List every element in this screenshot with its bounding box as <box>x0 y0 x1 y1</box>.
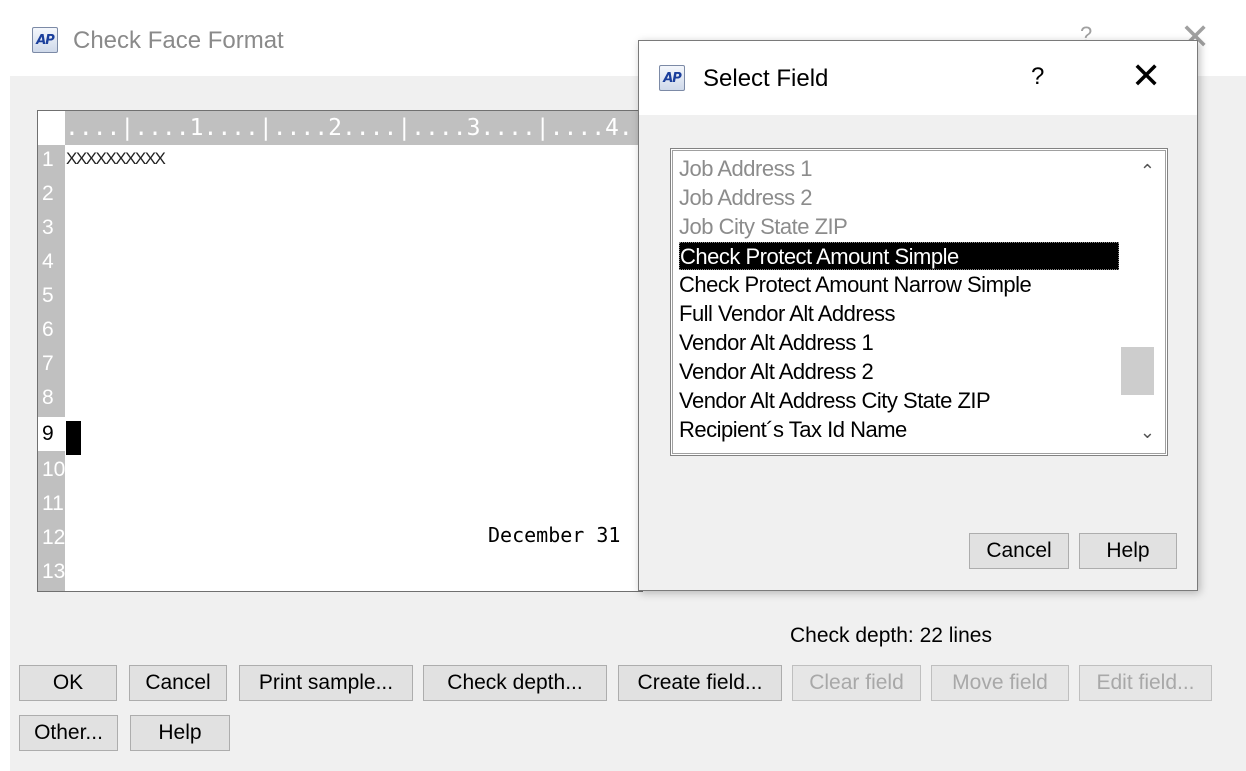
help-button[interactable]: Help <box>130 715 230 751</box>
line-number: 5 <box>42 284 54 307</box>
dialog-help-icon[interactable]: ? <box>1031 63 1044 91</box>
list-item[interactable]: Full Vendor Alt Address <box>679 300 1119 328</box>
list-item[interactable]: Recipient´s Tax Id Name <box>679 416 1119 444</box>
edit-field-button[interactable]: Edit field... <box>1079 665 1212 701</box>
scroll-up-icon[interactable]: ⌃ <box>1140 161 1155 182</box>
move-field-button[interactable]: Move field <box>931 665 1069 701</box>
create-field-button[interactable]: Create field... <box>618 665 782 701</box>
field-listbox[interactable]: Job Address 1 Job Address 2 Job City Sta… <box>670 148 1168 456</box>
dialog-title-bar: AP Select Field ? ✕ <box>639 41 1197 115</box>
line-number: 11 <box>42 492 64 515</box>
line-number-active: 9 <box>38 417 65 451</box>
line-number: 12 <box>42 526 65 549</box>
select-field-dialog: AP Select Field ? ✕ Job Address 1 Job Ad… <box>638 40 1198 591</box>
line-number: 7 <box>42 352 54 375</box>
line-number: 8 <box>42 386 54 409</box>
line-number: 10 <box>42 458 65 481</box>
list-item[interactable]: Vendor Alt Address City State ZIP <box>679 387 1119 415</box>
dialog-help-button[interactable]: Help <box>1079 533 1177 569</box>
print-sample-button[interactable]: Print sample... <box>239 665 413 701</box>
check-face-editor[interactable]: ....|....1....|....2....|....3....|....4… <box>37 110 643 592</box>
field-placeholder-xxx[interactable]: XXXXXXXXXX <box>66 149 166 169</box>
dialog-app-icon-label: AP <box>663 70 682 86</box>
app-icon: AP <box>32 27 58 53</box>
list-item[interactable]: Check Protect Amount Narrow Simple <box>679 271 1119 299</box>
line-number: 6 <box>42 318 54 341</box>
line-number-gutter: 1 2 3 4 5 6 7 8 9 10 11 12 13 <box>38 145 65 591</box>
listbox-viewport: Job Address 1 Job Address 2 Job City Sta… <box>672 150 1166 454</box>
check-depth-button[interactable]: Check depth... <box>423 665 607 701</box>
other-button[interactable]: Other... <box>19 715 118 751</box>
line-number: 1 <box>42 148 54 171</box>
app-icon-label: AP <box>36 32 55 48</box>
line-number: 3 <box>42 216 54 239</box>
line-number: 2 <box>42 182 54 205</box>
list-item[interactable]: Job Address 1 <box>679 155 1119 183</box>
dialog-close-icon[interactable]: ✕ <box>1131 55 1161 97</box>
dialog-cancel-button[interactable]: Cancel <box>969 533 1069 569</box>
ok-button[interactable]: OK <box>19 665 117 701</box>
line-number: 4 <box>42 250 54 273</box>
scrollbar-thumb[interactable] <box>1121 347 1154 395</box>
clear-field-button[interactable]: Clear field <box>792 665 921 701</box>
field-date[interactable]: December 31 <box>488 523 620 547</box>
line-number: 13 <box>42 560 65 583</box>
dialog-app-icon: AP <box>659 65 685 91</box>
text-cursor <box>66 421 81 455</box>
dialog-title: Select Field <box>703 65 829 92</box>
list-item-selected[interactable]: Check Protect Amount Simple <box>679 242 1119 270</box>
list-item[interactable]: Vendor Alt Address 2 <box>679 358 1119 386</box>
list-item[interactable]: Vendor Alt Address 1 <box>679 329 1119 357</box>
window-title: Check Face Format <box>73 27 284 54</box>
scroll-down-icon[interactable]: ⌄ <box>1140 422 1155 443</box>
list-item[interactable]: Job Address 2 <box>679 184 1119 212</box>
cancel-button[interactable]: Cancel <box>129 665 227 701</box>
ruler: ....|....1....|....2....|....3....|....4… <box>65 111 642 145</box>
list-item[interactable]: Job City State ZIP <box>679 213 1119 241</box>
check-depth-status: Check depth: 22 lines <box>790 624 992 647</box>
